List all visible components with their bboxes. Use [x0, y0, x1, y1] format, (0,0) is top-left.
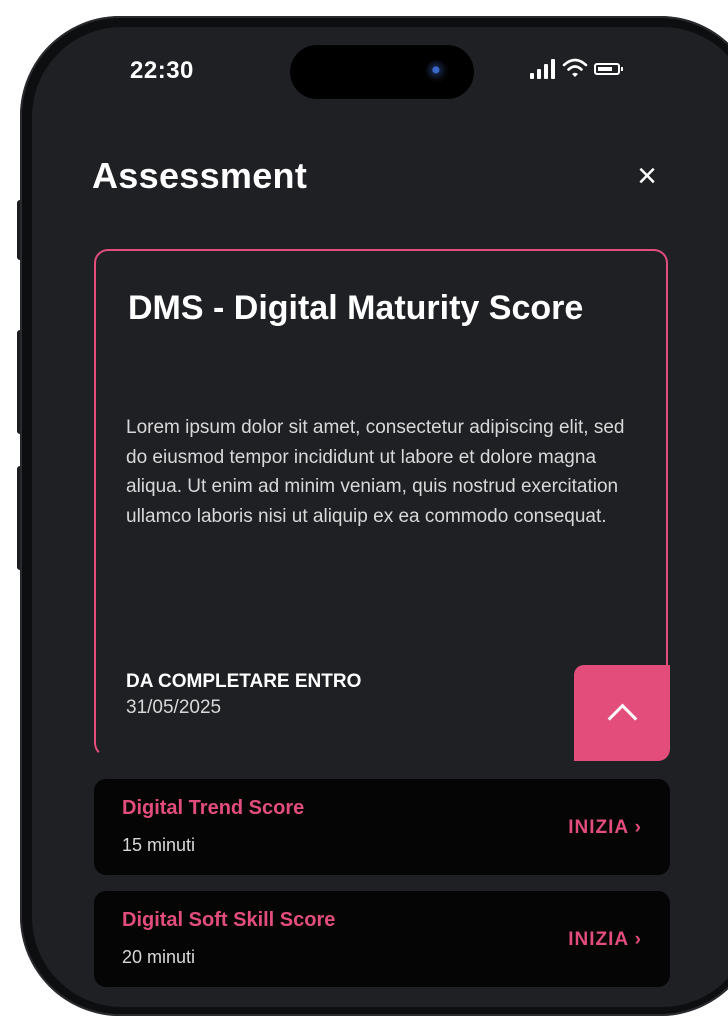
- start-button[interactable]: INIZIA ›: [568, 929, 642, 951]
- assessment-card-description: Lorem ipsum dolor sit amet, consectetur …: [126, 417, 625, 527]
- status-time: 22:30: [130, 57, 194, 84]
- phone-screen: 22:30 Assessment × DMS - Digital Maturit…: [32, 27, 728, 1007]
- battery-icon: [594, 63, 623, 75]
- wifi-icon: [562, 58, 588, 77]
- start-button[interactable]: INIZIA ›: [568, 817, 642, 839]
- chevron-up-icon: [607, 703, 637, 733]
- assessment-item-title: Digital Soft Skill Score: [122, 909, 336, 931]
- due-date-label: DA COMPLETARE ENTRO: [126, 671, 362, 692]
- camera-icon: [426, 60, 448, 82]
- dynamic-island: [290, 45, 474, 99]
- close-icon[interactable]: ×: [632, 159, 662, 193]
- assessment-item-duration: 20 minuti: [122, 947, 196, 967]
- assessment-item-duration: 15 minuti: [122, 835, 196, 855]
- page-title: Assessment: [92, 155, 308, 196]
- assessment-item[interactable]: Digital Soft Skill Score 20 minuti INIZI…: [94, 891, 670, 987]
- signal-icon: [530, 59, 558, 79]
- due-date-value: 31/05/2025: [126, 697, 222, 718]
- assessment-card-title: DMS - Digital Maturity Score: [128, 289, 584, 327]
- assessment-item[interactable]: Digital Trend Score 15 minuti INIZIA ›: [94, 779, 670, 875]
- collapse-button[interactable]: [574, 665, 670, 761]
- assessment-item-title: Digital Trend Score: [122, 797, 305, 819]
